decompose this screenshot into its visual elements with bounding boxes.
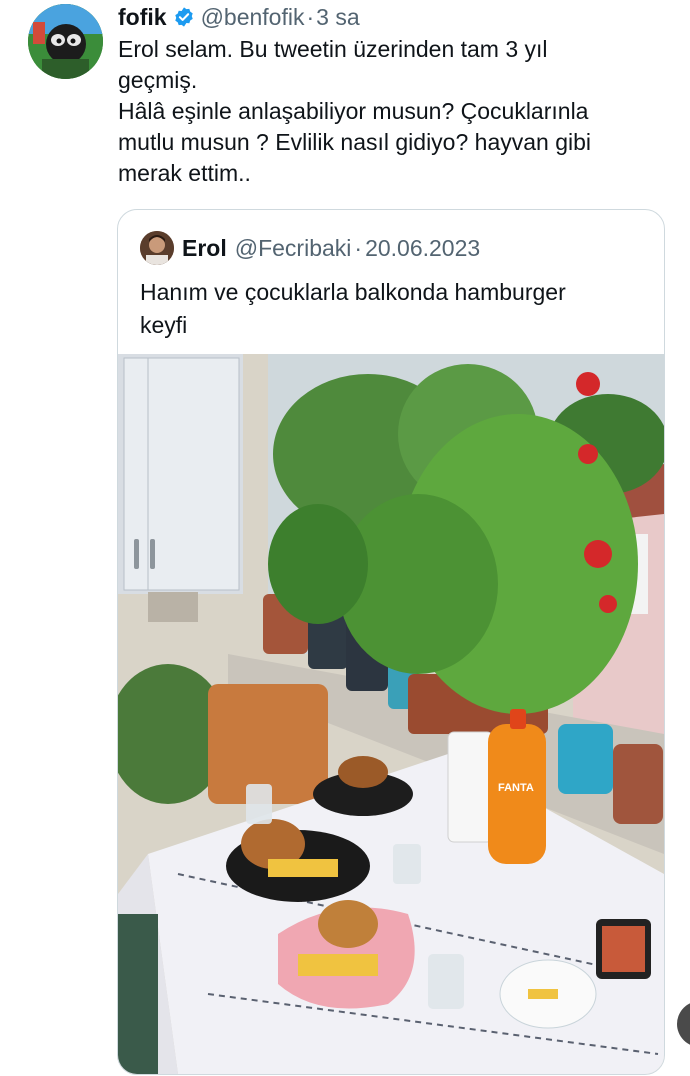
tweet-text-line: geçmiş. (118, 67, 198, 93)
quoted-text-line: Hanım ve çocuklarla balkonda hamburger (140, 279, 566, 305)
verified-badge-icon (174, 7, 193, 27)
tweet-text-line: mutlu musun ? Evlilik nasıl gidiyo? hayv… (118, 129, 592, 155)
quoted-tweet-photo[interactable]: FANTA (118, 354, 664, 1074)
tweet-header: fofik @benfofik · 3 sa (118, 2, 360, 32)
author-avatar[interactable] (28, 4, 103, 79)
quoted-author-name[interactable]: Erol (182, 235, 227, 262)
quoted-date[interactable]: 20.06.2023 (365, 235, 480, 262)
avatar-image (28, 4, 103, 79)
tweet-text-line: merak ettim.. (118, 160, 251, 186)
quoted-author-handle[interactable]: @Fecribaki (235, 235, 352, 262)
quoted-tweet-text: Hanım ve çocuklarla balkonda hamburger k… (140, 276, 640, 342)
tweet-text-line: Erol selam. Bu tweetin üzerinden tam 3 y… (118, 36, 548, 62)
tweet-time[interactable]: 3 sa (316, 4, 359, 31)
tweet-text-line: Hâlâ eşinle anlaşabiliyor musun? Çocukla… (118, 98, 589, 124)
quoted-tweet[interactable]: Erol @Fecribaki · 20.06.2023 Hanım ve ço… (117, 209, 665, 1075)
quoted-separator: · (354, 234, 363, 261)
author-name[interactable]: fofik (118, 4, 167, 31)
quoted-text-line: keyfi (140, 312, 188, 338)
quoted-author-avatar[interactable] (140, 231, 174, 265)
quoted-tweet-header: Erol @Fecribaki · 20.06.2023 (140, 230, 480, 266)
bottle-label: FANTA (498, 782, 534, 794)
quoted-avatar-image (140, 231, 174, 265)
author-handle[interactable]: @benfofik (201, 4, 305, 31)
scroll-edge-button[interactable] (677, 1001, 690, 1047)
header-separator: · (306, 3, 315, 30)
tweet-text: Erol selam. Bu tweetin üzerinden tam 3 y… (118, 34, 663, 189)
